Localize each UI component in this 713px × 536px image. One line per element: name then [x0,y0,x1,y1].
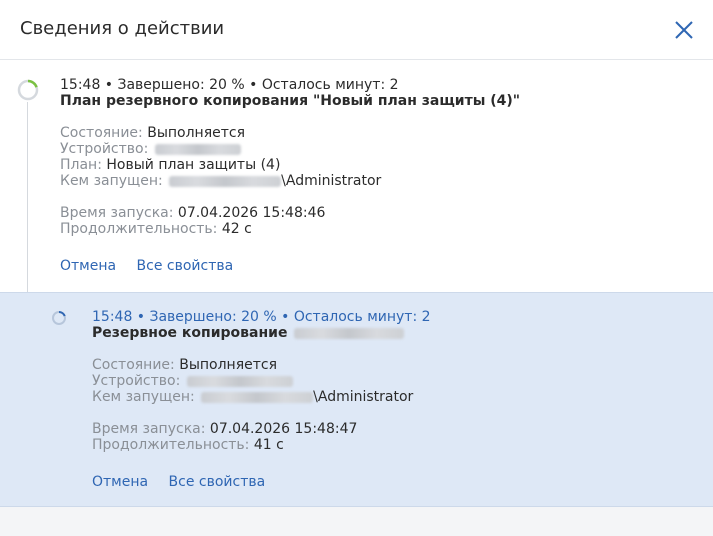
duration-row: Продолжительность: 42 с [60,221,520,237]
state-value: Выполняется [147,125,246,141]
start-time-value: 07.04.2026 15:48:47 [209,421,358,437]
start-time-value: 07.04.2026 15:48:46 [177,205,326,221]
dialog-header: Сведения о действии [0,0,713,60]
launched-by-user: \Administrator [281,173,382,189]
duration-label: Продолжительность: [92,437,250,453]
activity-title: План резервного копирования "Новый план … [60,93,521,109]
activity-title: Резервное копирование [92,325,288,341]
activity-actions: Отмена Все свойства [60,258,520,274]
state-label: Состояние: [92,357,175,373]
state-row: Состояние: Выполняется [60,125,520,141]
plan-label: План: [60,157,102,173]
redacted-host-name [201,391,314,403]
main-activity: 15:48 • Завершено: 20 % • Осталось минут… [60,77,520,274]
plan-value: Новый план защиты (4) [106,157,281,173]
all-properties-link[interactable]: Все свойства [137,258,234,274]
plan-row: План: Новый план защиты (4) [60,157,520,173]
state-row: Состояние: Выполняется [92,357,431,373]
start-time-row: Время запуска: 07.04.2026 15:48:46 [60,205,520,221]
activity-summary: 15:48 • Завершено: 20 % • Осталось минут… [60,77,399,93]
redacted-device-name [154,143,241,155]
device-row: Устройство: [92,373,431,389]
duration-label: Продолжительность: [60,221,218,237]
start-time-label: Время запуска: [92,421,206,437]
state-label: Состояние: [60,125,143,141]
launched-by-row: Кем запущен: \Administrator [92,389,431,405]
progress-spinner-icon [52,310,66,325]
device-row: Устройство: [60,141,520,157]
activity-details-dialog: Сведения о действии 15:48 • Завершено: 2… [0,0,713,536]
dialog-title: Сведения о действии [20,18,225,39]
activity-summary: 15:48 • Завершено: 20 % • Осталось минут… [92,309,431,325]
redacted-host-name [169,175,282,187]
close-icon [675,21,693,39]
activity-title-row: Резервное копирование [92,325,431,341]
duration-row: Продолжительность: 41 с [92,437,431,453]
launched-by-label: Кем запущен: [92,389,195,405]
device-label: Устройство: [92,373,181,389]
close-button[interactable] [672,18,696,42]
progress-spinner-icon [17,79,39,101]
child-activity: 15:48 • Завершено: 20 % • Осталось минут… [92,309,431,490]
timeline-line [27,102,28,318]
start-time-row: Время запуска: 07.04.2026 15:48:47 [92,421,431,437]
duration-value: 41 с [253,437,284,453]
state-value: Выполняется [179,357,278,373]
redacted-device-name [186,375,293,387]
redacted-device-name [294,327,405,339]
all-properties-link[interactable]: Все свойства [169,474,266,490]
cancel-link[interactable]: Отмена [92,474,148,490]
activity-actions: Отмена Все свойства [92,474,431,490]
launched-by-user: \Administrator [313,389,414,405]
cancel-link[interactable]: Отмена [60,258,116,274]
duration-value: 42 с [221,221,252,237]
launched-by-row: Кем запущен: \Administrator [60,173,520,189]
dialog-footer [0,507,713,536]
start-time-label: Время запуска: [60,205,174,221]
device-label: Устройство: [60,141,149,157]
launched-by-label: Кем запущен: [60,173,163,189]
